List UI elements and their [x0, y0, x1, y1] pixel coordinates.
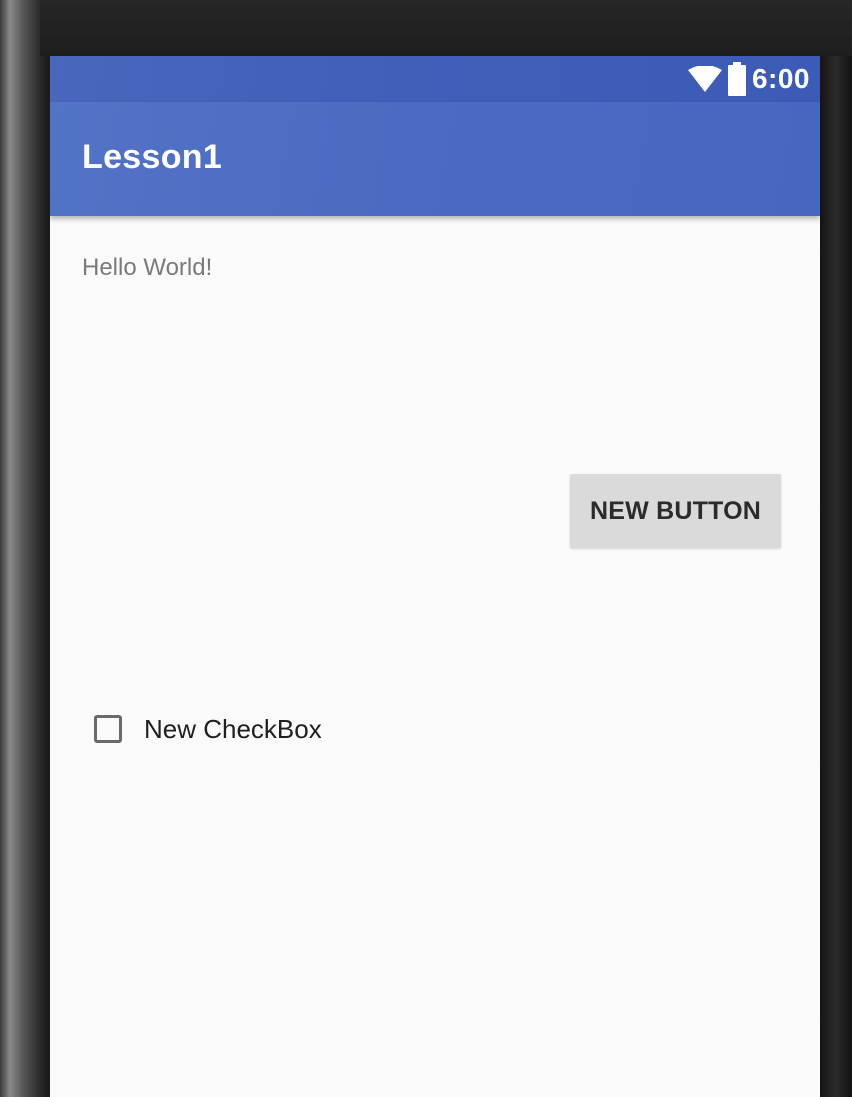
new-button[interactable]: NEW BUTTON [570, 474, 781, 548]
device-bezel-top [40, 0, 852, 56]
battery-icon [727, 62, 746, 96]
wifi-icon [687, 66, 722, 92]
checkbox-label: New CheckBox [144, 713, 322, 744]
status-bar: 6:00 [50, 56, 820, 102]
status-time: 6:00 [751, 63, 810, 94]
phone-device-frame: 6:00 Lesson1 Hello World! NEW BUTTON New… [0, 0, 852, 1097]
checkbox-box[interactable] [94, 715, 122, 743]
hello-world-text: Hello World! [82, 254, 213, 281]
new-checkbox[interactable]: New CheckBox [94, 710, 322, 748]
phone-screen: 6:00 Lesson1 Hello World! NEW BUTTON New… [50, 56, 820, 1097]
status-icons: 6:00 [687, 62, 810, 96]
app-title: Lesson1 [82, 138, 223, 176]
app-toolbar: Lesson1 [50, 102, 820, 216]
